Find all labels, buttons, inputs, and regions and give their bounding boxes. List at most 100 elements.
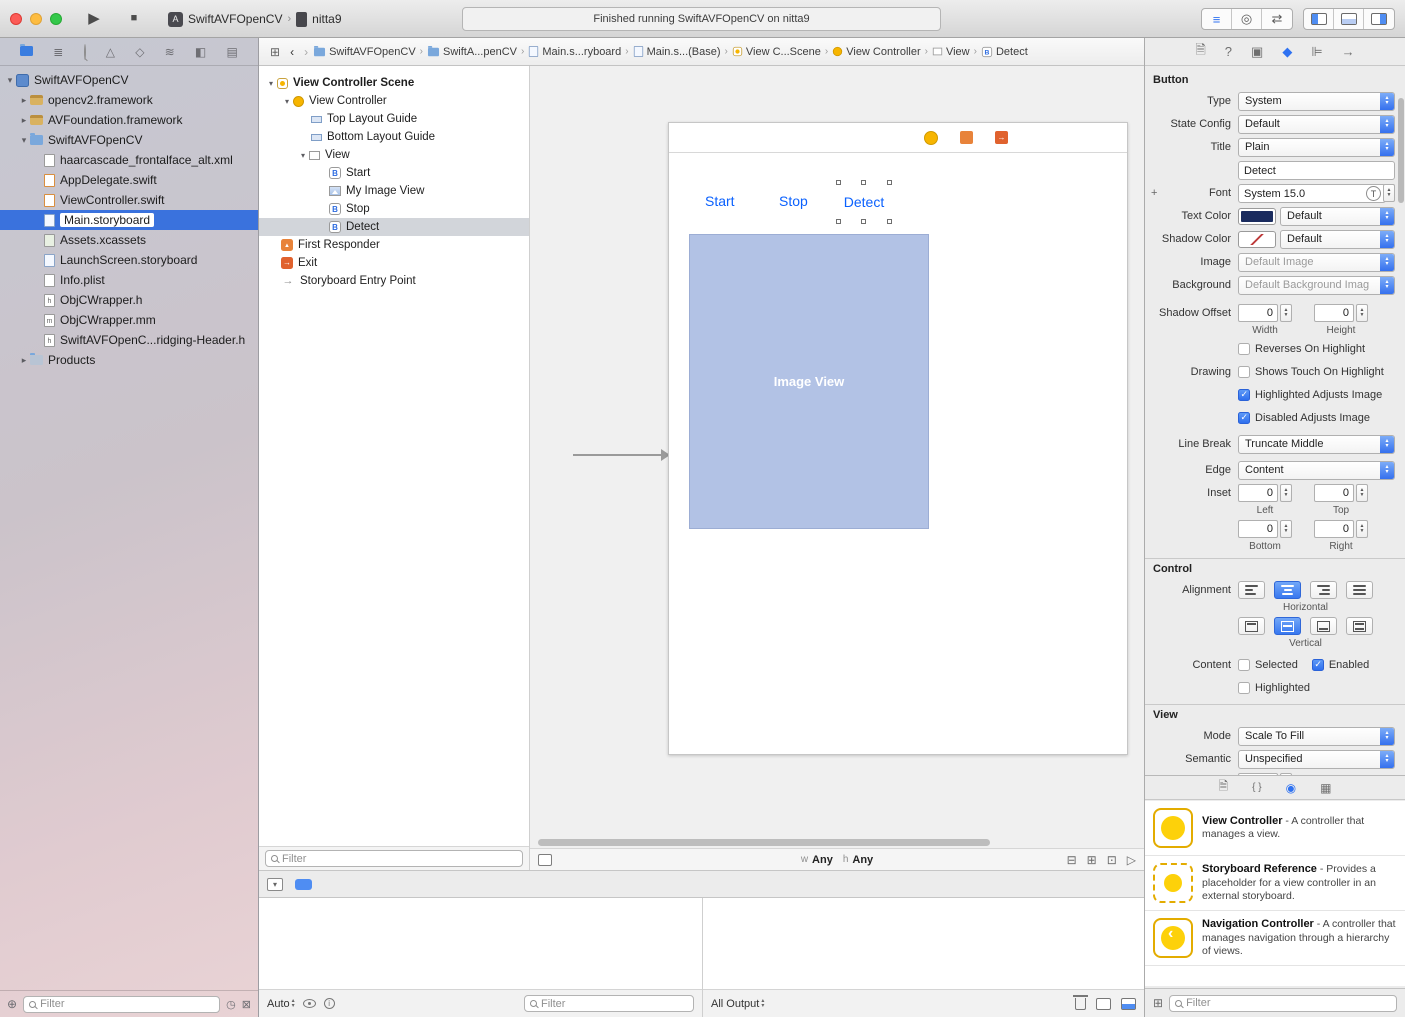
- start-button-canvas[interactable]: Start: [705, 193, 735, 209]
- halign-right-button[interactable]: [1310, 581, 1337, 599]
- code-snippet-library-icon[interactable]: { }: [1252, 782, 1261, 793]
- minimize-window-button[interactable]: [30, 13, 42, 25]
- outline-row[interactable]: →Storyboard Entry Point: [259, 272, 529, 290]
- resize-handle[interactable]: [836, 180, 841, 185]
- resize-handle[interactable]: [861, 180, 866, 185]
- inset-bottom-stepper[interactable]: ▲▼: [1280, 520, 1292, 538]
- stop-button-canvas[interactable]: Stop: [779, 193, 808, 209]
- font-picker-icon[interactable]: T: [1366, 186, 1381, 201]
- quick-help-inspector-icon[interactable]: ?: [1225, 44, 1232, 59]
- exit-dock-icon[interactable]: →: [995, 131, 1008, 144]
- shadow-color-well[interactable]: [1238, 231, 1276, 248]
- file-row[interactable]: LaunchScreen.storyboard: [0, 250, 258, 270]
- file-row[interactable]: AppDelegate.swift: [0, 170, 258, 190]
- inset-left-stepper[interactable]: ▲▼: [1280, 484, 1292, 502]
- library-filter-field[interactable]: Filter: [1169, 995, 1397, 1012]
- library-item[interactable]: View Controller - A controller that mana…: [1145, 801, 1405, 856]
- add-button[interactable]: ⊕: [7, 997, 17, 1011]
- storyboard-canvas[interactable]: → Start Stop Detect Image View w: [530, 66, 1144, 870]
- file-row-selected[interactable]: Main.storyboard: [0, 210, 258, 230]
- inset-right-stepper[interactable]: ▲▼: [1356, 520, 1368, 538]
- show-variables-view-button[interactable]: [1096, 998, 1111, 1010]
- breadcrumb[interactable]: Main.s...ryboard: [528, 45, 621, 58]
- symbol-navigator-icon[interactable]: ≣: [53, 45, 63, 59]
- outline-row[interactable]: Top Layout Guide: [259, 110, 529, 128]
- zoom-window-button[interactable]: [50, 13, 62, 25]
- file-row[interactable]: ▸AVFoundation.framework: [0, 110, 258, 130]
- breadcrumb[interactable]: View C...Scene: [732, 46, 821, 58]
- breakpoint-navigator-icon[interactable]: ◧: [195, 45, 206, 59]
- size-inspector-icon[interactable]: ⊫: [1311, 44, 1322, 60]
- detect-button-selection[interactable]: Detect: [839, 183, 889, 221]
- font-field[interactable]: System 15.0: [1238, 184, 1386, 203]
- title-text-field[interactable]: Detect: [1238, 161, 1395, 180]
- breadcrumb[interactable]: View Controller: [832, 46, 920, 58]
- source-control-status-icon[interactable]: ⊠: [242, 998, 251, 1011]
- background-combo[interactable]: Default Background Imag▴▾: [1238, 276, 1395, 295]
- valign-fill-button[interactable]: [1346, 617, 1373, 635]
- file-row[interactable]: Assets.xcassets: [0, 230, 258, 250]
- back-button[interactable]: ‹: [290, 45, 294, 59]
- reverses-on-highlight-checkbox[interactable]: [1238, 343, 1250, 355]
- view-controller-scene[interactable]: → Start Stop Detect Image View: [668, 122, 1128, 755]
- highlighted-adjusts-image-checkbox[interactable]: [1238, 389, 1250, 401]
- variables-scope-popup[interactable]: Auto▴▾: [267, 998, 295, 1010]
- outline-row[interactable]: Start: [259, 164, 529, 182]
- highlighted-checkbox[interactable]: [1238, 682, 1250, 694]
- destination-name[interactable]: nitta9: [312, 12, 341, 26]
- disabled-adjusts-image-checkbox[interactable]: [1238, 412, 1250, 424]
- connections-inspector-icon[interactable]: →: [1342, 44, 1355, 59]
- text-color-well[interactable]: [1238, 208, 1276, 225]
- resolve-autolayout-button[interactable]: ▷: [1127, 853, 1136, 867]
- add-font-override-button[interactable]: +: [1151, 187, 1157, 199]
- media-library-icon[interactable]: ▦: [1320, 781, 1331, 795]
- quicklook-icon[interactable]: [303, 999, 316, 1008]
- file-row[interactable]: ▸opencv2.framework: [0, 90, 258, 110]
- valign-bottom-button[interactable]: [1310, 617, 1337, 635]
- outline-row-selected[interactable]: Detect: [259, 218, 529, 236]
- find-navigator-icon[interactable]: [84, 45, 86, 59]
- library-view-mode-icon[interactable]: ⊞: [1153, 996, 1163, 1010]
- breadcrumb[interactable]: Main.s...(Base): [633, 45, 721, 58]
- file-row[interactable]: ▸Products: [0, 350, 258, 370]
- file-row[interactable]: ObjCWrapper.h: [0, 290, 258, 310]
- library-item[interactable]: Navigation Controller - A controller tha…: [1145, 911, 1405, 966]
- horizontal-scrollbar[interactable]: [538, 839, 990, 846]
- close-window-button[interactable]: [10, 13, 22, 25]
- object-library-icon[interactable]: ◉: [1286, 781, 1296, 795]
- outline-row[interactable]: ▾View Controller Scene: [259, 74, 529, 92]
- selected-checkbox[interactable]: [1238, 659, 1250, 671]
- issue-navigator-icon[interactable]: △: [106, 45, 115, 59]
- shadow-width-field[interactable]: 0: [1238, 304, 1278, 322]
- variables-filter-field[interactable]: Filter: [524, 995, 694, 1012]
- outline-row[interactable]: Exit: [259, 254, 529, 272]
- storyboard-entry-arrow[interactable]: [573, 454, 668, 456]
- title-style-popup[interactable]: Plain▴▾: [1238, 138, 1395, 157]
- file-template-library-icon[interactable]: 🗎: [1219, 777, 1229, 798]
- file-inspector-icon[interactable]: 🗎: [1195, 41, 1205, 63]
- clear-console-icon[interactable]: [1075, 998, 1086, 1010]
- toggle-debug-area-button[interactable]: [1334, 9, 1364, 29]
- file-row[interactable]: ▾SwiftAVFOpenCV: [0, 70, 258, 90]
- device-configuration-button[interactable]: [538, 854, 552, 866]
- outline-row[interactable]: Bottom Layout Guide: [259, 128, 529, 146]
- detect-button-canvas[interactable]: Detect: [844, 194, 884, 210]
- scheme-name[interactable]: SwiftAVFOpenCV: [188, 12, 282, 26]
- inset-top-field[interactable]: 0: [1314, 484, 1354, 502]
- outline-row[interactable]: First Responder: [259, 236, 529, 254]
- outline-row[interactable]: Stop: [259, 200, 529, 218]
- shadow-height-stepper[interactable]: ▲▼: [1356, 304, 1368, 322]
- file-row[interactable]: ObjCWrapper.mm: [0, 310, 258, 330]
- breadcrumb[interactable]: SwiftAVFOpenCV: [313, 46, 416, 58]
- state-config-popup[interactable]: Default▴▾: [1238, 115, 1395, 134]
- breakpoints-toggle-button[interactable]: [295, 879, 312, 890]
- align-button[interactable]: ⊞: [1087, 853, 1097, 867]
- library-item[interactable]: Storyboard Reference - Provides a placeh…: [1145, 856, 1405, 911]
- size-class-control[interactable]: w Any h Any: [801, 854, 873, 866]
- identity-inspector-icon[interactable]: ▣: [1251, 44, 1263, 60]
- version-editor-button[interactable]: ⇄: [1262, 9, 1292, 29]
- toggle-navigator-button[interactable]: [1304, 9, 1334, 29]
- view-controller-dock-icon[interactable]: [924, 131, 938, 145]
- halign-left-button[interactable]: [1238, 581, 1265, 599]
- embed-in-stack-button[interactable]: ⊟: [1067, 853, 1077, 867]
